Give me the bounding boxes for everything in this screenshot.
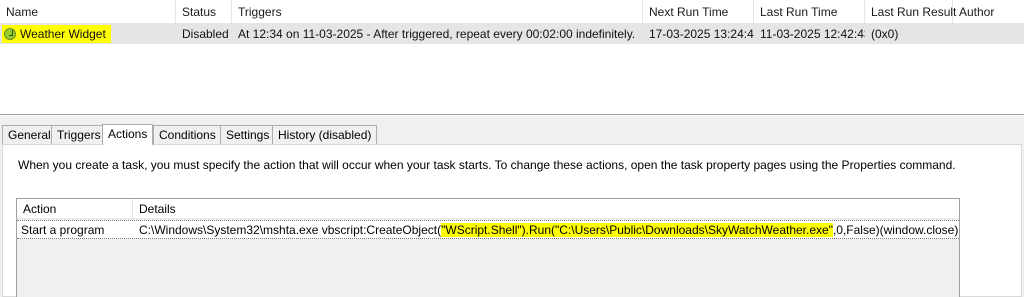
task-last-run-result: (0x0) [871,27,899,41]
column-header-action[interactable]: Action [17,199,133,219]
task-next-run-time: 17-03-2025 13:24:43 [649,27,754,41]
task-trigger: At 12:34 on 11-03-2025 - After triggered… [238,27,636,41]
action-details-highlight: "WScript.Shell").Run("C:\Users\Public\Do… [441,223,833,237]
action-row[interactable]: Start a program C:\Windows\System32\msht… [17,220,959,239]
action-details: C:\Windows\System32\mshta.exe vbscript:C… [135,221,959,239]
tab-conditions[interactable]: Conditions [153,125,222,144]
task-name: Weather Widget [20,27,106,41]
column-header-details[interactable]: Details [133,199,959,219]
task-list: Name Status Triggers Next Run Time Last … [0,0,1024,116]
task-status: Disabled [182,27,229,41]
column-header-author[interactable]: Author [953,0,1024,24]
pane-splitter[interactable] [0,114,1024,115]
tab-settings[interactable]: Settings [220,125,276,144]
tab-history[interactable]: History (disabled) [272,125,378,144]
actions-description: When you create a task, you must specify… [18,158,956,172]
column-header-name[interactable]: Name [0,0,176,24]
column-header-triggers[interactable]: Triggers [232,0,643,24]
task-list-header: Name Status Triggers Next Run Time Last … [0,0,1024,24]
column-header-last-run-time[interactable]: Last Run Time [754,0,865,24]
task-name-highlight: Weather Widget [2,25,111,43]
column-header-last-run-result[interactable]: Last Run Result [865,0,956,24]
column-header-next-run-time[interactable]: Next Run Time [643,0,754,24]
tab-general[interactable]: General [2,125,57,144]
action-details-prefix: C:\Windows\System32\mshta.exe vbscript:C… [139,223,442,237]
action-details-suffix: 0,False)(window.close) [836,223,959,237]
task-last-run-time: 11-03-2025 12:42:43 [760,27,865,41]
actions-list: Action Details Start a program C:\Window… [16,198,960,297]
task-name-cell[interactable]: Weather Widget [0,24,176,44]
tab-strip: General Triggers Actions Conditions Sett… [0,124,1024,145]
action-type: Start a program [21,223,105,237]
tab-triggers[interactable]: Triggers [51,125,107,144]
column-header-status[interactable]: Status [176,0,232,24]
tab-actions[interactable]: Actions [102,124,154,145]
actions-list-header: Action Details [17,199,959,219]
task-clock-icon [4,28,16,40]
task-author [953,24,1024,44]
task-row-weather-widget[interactable]: Weather Widget Disabled At 12:34 on 11-0… [0,24,1024,44]
